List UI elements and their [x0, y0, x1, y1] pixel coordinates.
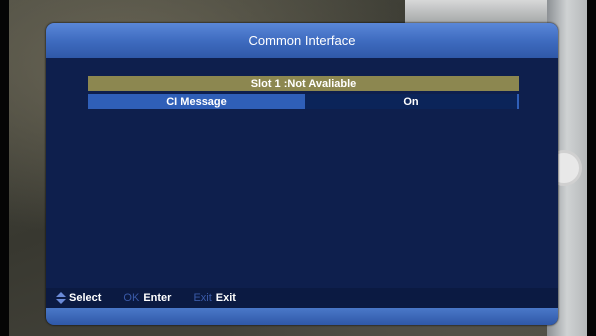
enter-hint-label: Enter — [143, 292, 172, 304]
enter-hint: OK Enter — [123, 292, 171, 304]
dialog-body: Slot 1 :Not Avaliable CI Message On — [46, 58, 558, 288]
right-black-bar — [587, 0, 596, 336]
dialog-title: Common Interface — [248, 33, 356, 48]
exit-key-label: Exit — [193, 292, 212, 304]
slot-status-text: Slot 1 :Not Avaliable — [250, 77, 357, 90]
exit-hint-label: Exit — [215, 292, 236, 304]
exit-hint: Exit Exit — [193, 292, 236, 304]
common-interface-dialog: Common Interface Slot 1 :Not Avaliable C… — [46, 23, 558, 325]
up-down-arrow-icon — [56, 292, 66, 304]
ci-message-value[interactable]: On — [305, 94, 519, 109]
key-hint-bar: Select OK Enter Exit Exit — [46, 288, 558, 308]
select-hint: Select — [56, 292, 101, 304]
ci-message-label: CI Message — [88, 94, 305, 109]
ci-message-row[interactable]: CI Message On — [88, 94, 519, 109]
select-hint-label: Select — [69, 292, 102, 304]
dialog-bottom-bar — [46, 308, 558, 325]
slot-status-row[interactable]: Slot 1 :Not Avaliable — [88, 76, 519, 91]
left-black-bar — [0, 0, 9, 336]
ok-key-label: OK — [123, 292, 140, 304]
dialog-header: Common Interface — [46, 23, 558, 58]
